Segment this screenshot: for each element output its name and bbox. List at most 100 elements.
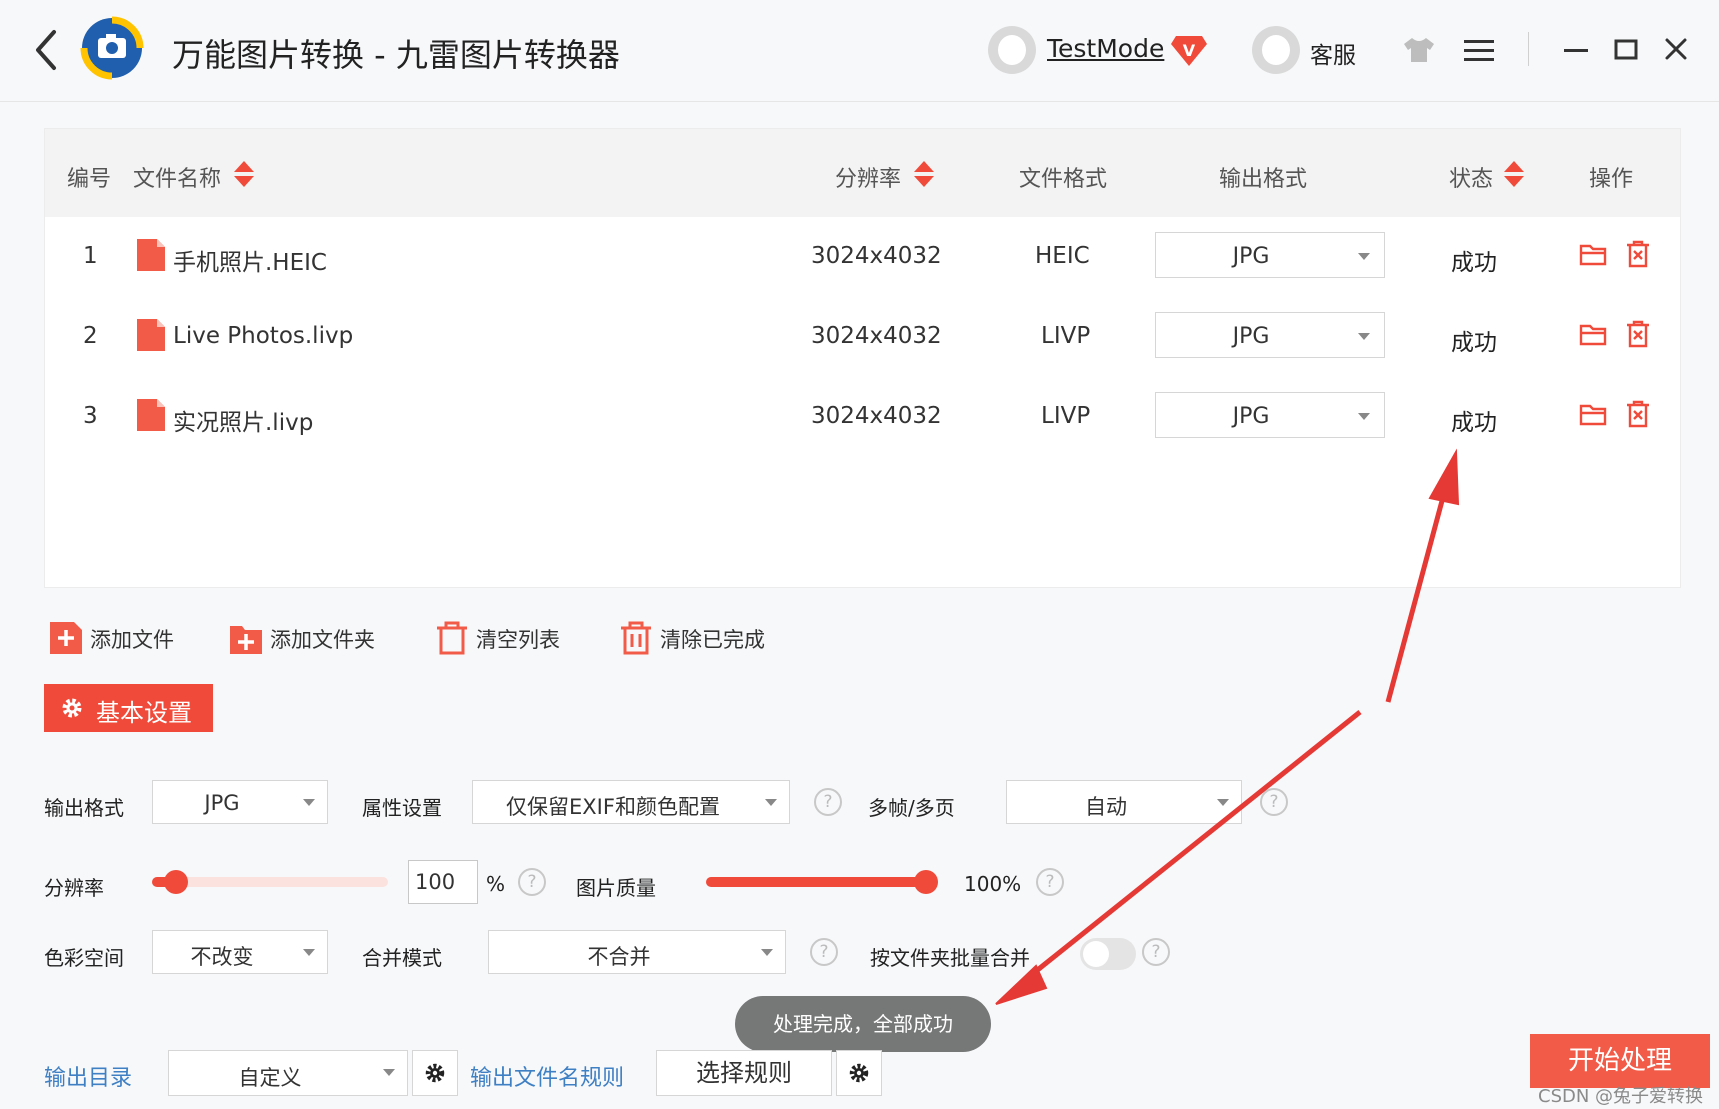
menu-hamburger-icon[interactable] [1464,38,1494,62]
clear-list-button[interactable]: 清空列表 [434,616,584,660]
header-filename[interactable]: 文件名称 [133,161,221,193]
table-row[interactable]: 1 手机照片.HEIC 3024x4032 HEIC JPG 成功 [45,217,1680,297]
attribute-settings-select[interactable]: 仅保留EXIF和颜色配置 [472,780,790,824]
output-format-value: JPG [204,791,240,815]
sort-resolution-icon[interactable] [913,159,935,189]
select-rule-button[interactable]: 选择规则 [656,1050,832,1096]
chevron-down-icon [765,799,777,806]
row-status: 成功 [1451,330,1497,356]
row-resolution: 3024x4032 [811,323,942,349]
help-icon[interactable]: ? [518,868,546,896]
open-folder-icon[interactable] [1579,399,1607,429]
close-icon[interactable] [1662,34,1690,64]
add-folder-button[interactable]: 添加文件夹 [228,616,398,660]
minimize-icon[interactable] [1562,34,1590,64]
merge-mode-value: 不合并 [587,945,651,969]
batch-merge-label: 按文件夹批量合并 [870,946,1030,970]
row-output-format-select[interactable]: JPG [1155,232,1385,278]
file-table: 编号 文件名称 分辨率 文件格式 输出格式 状态 操作 1 手机照片.HEIC … [44,128,1681,588]
quality-slider-thumb[interactable] [914,870,938,894]
output-format-select[interactable]: JPG [152,780,328,824]
colorspace-label: 色彩空间 [44,946,124,970]
row-output-format-select[interactable]: JPG [1155,312,1385,358]
clear-completed-label: 清除已完成 [660,628,765,652]
resolution-input[interactable]: 100 [408,860,478,904]
completion-toast: 处理完成，全部成功 [735,996,991,1052]
row-file-format: LIVP [1041,323,1091,349]
skin-tshirt-icon[interactable] [1402,36,1436,64]
row-index: 1 [83,243,98,269]
chevron-down-icon [1358,253,1370,260]
resolution-slider-thumb[interactable] [163,870,188,894]
attribute-settings-value: 仅保留EXIF和颜色配置 [506,795,720,819]
row-file-format: HEIC [1035,243,1090,269]
help-icon[interactable]: ? [1142,938,1170,966]
delete-trash-icon[interactable] [1625,399,1651,429]
sort-status-icon[interactable] [1503,159,1525,189]
help-icon[interactable]: ? [810,938,838,966]
header-output-format: 输出格式 [1219,167,1308,192]
title-bar: 万能图片转换 - 九雷图片转换器 TestMode V 客服 [0,0,1719,102]
clear-completed-button[interactable]: 清除已完成 [618,616,778,660]
row-resolution: 3024x4032 [811,403,942,429]
table-row[interactable]: 2 Live Photos.livp 3024x4032 LIVP JPG 成功 [45,297,1680,377]
table-row[interactable]: 3 实况照片.livp 3024x4032 LIVP JPG 成功 [45,377,1680,457]
add-folder-label: 添加文件夹 [270,628,375,652]
open-folder-icon[interactable] [1579,239,1607,269]
multiframe-select[interactable]: 自动 [1006,780,1242,824]
output-dir-label[interactable]: 输出目录 [44,1060,132,1092]
output-format-label: 输出格式 [44,796,124,820]
add-folder-icon [230,626,262,654]
user-avatar[interactable] [988,26,1036,74]
row-resolution: 3024x4032 [811,243,942,269]
vip-badge-icon[interactable]: V [1170,32,1208,68]
maximize-icon[interactable] [1612,34,1640,64]
sort-filename-icon[interactable] [233,159,255,189]
open-folder-icon[interactable] [1579,319,1607,349]
row-output-format-select[interactable]: JPG [1155,392,1385,438]
attribute-settings-label: 属性设置 [362,796,442,820]
titlebar-separator [1528,32,1529,66]
help-icon[interactable]: ? [1260,788,1288,816]
annotation-arrowhead-to-toast [995,964,1048,1005]
help-icon[interactable]: ? [814,788,842,816]
merge-mode-label: 合并模式 [362,946,442,970]
multiframe-value: 自动 [1085,795,1127,819]
vip-badge-letter: V [1183,41,1196,60]
header-resolution[interactable]: 分辨率 [835,161,901,193]
resolution-label: 分辨率 [44,876,104,900]
start-processing-button[interactable]: 开始处理 [1530,1034,1710,1088]
resolution-slider[interactable] [152,868,388,896]
username-link[interactable]: TestMode [1047,34,1164,63]
merge-mode-select[interactable]: 不合并 [488,930,786,974]
multiframe-label: 多帧/多页 [868,796,955,820]
gear-icon [62,698,82,718]
customer-service-link[interactable]: 客服 [1310,36,1356,70]
annotation-arrow-to-toast [1018,710,1362,986]
chevron-down-icon [303,799,315,806]
delete-trash-icon[interactable] [1625,319,1651,349]
image-file-icon [137,319,165,351]
output-dir-settings-button[interactable] [412,1050,458,1096]
back-arrow-icon[interactable] [28,26,64,74]
delete-trash-icon[interactable] [1625,239,1651,269]
quality-value: 100% [964,872,1022,896]
header-status[interactable]: 状态 [1449,161,1493,193]
row-filename: 手机照片.HEIC [173,250,327,276]
batch-merge-toggle[interactable] [1080,938,1136,970]
output-name-rule-label[interactable]: 输出文件名规则 [470,1060,624,1092]
chevron-down-icon [1358,333,1370,340]
service-avatar-icon[interactable] [1252,26,1300,74]
row-index: 3 [83,403,98,429]
trash-icon [437,621,467,655]
chevron-down-icon [383,1069,395,1076]
gear-icon [425,1063,445,1083]
output-dir-select[interactable]: 自定义 [168,1050,408,1096]
add-file-button[interactable]: 添加文件 [48,616,188,660]
name-rule-settings-button[interactable] [836,1050,882,1096]
app-logo-camera-icon [80,16,144,80]
tab-basic-settings[interactable]: 基本设置 [44,684,213,732]
quality-slider[interactable] [706,868,938,896]
help-icon[interactable]: ? [1036,868,1064,896]
colorspace-select[interactable]: 不改变 [152,930,328,974]
